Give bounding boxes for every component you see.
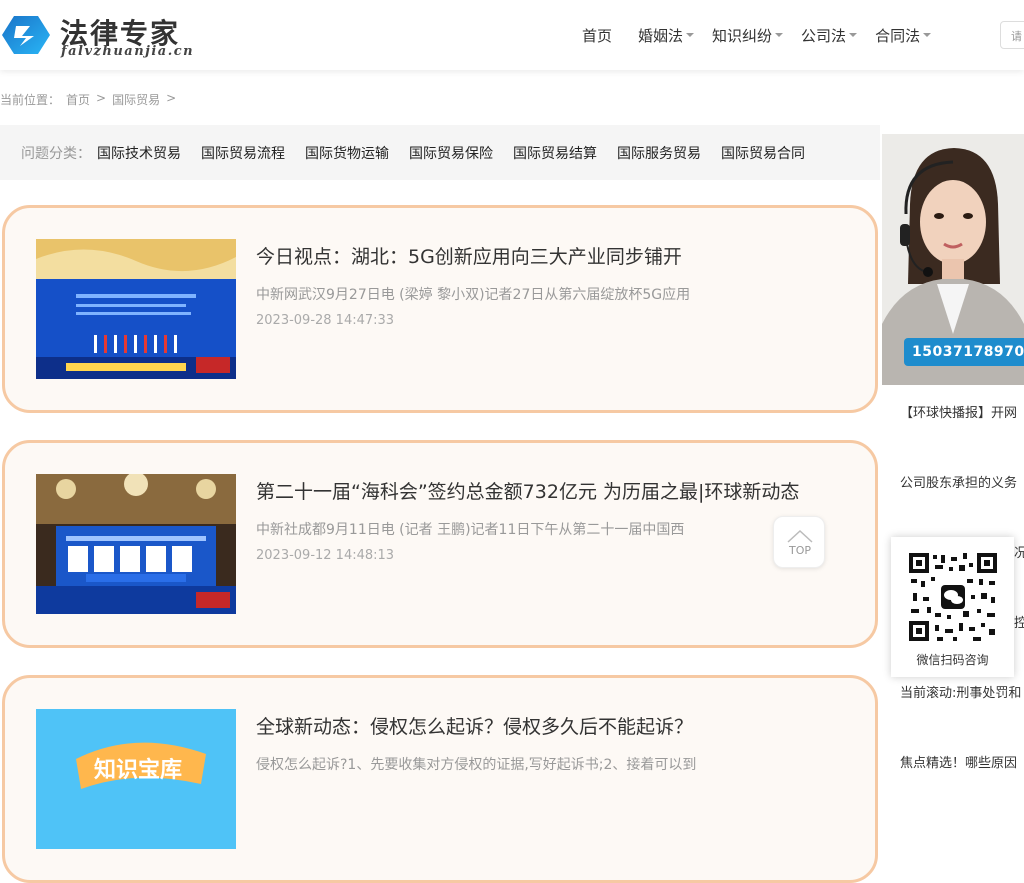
category-international-tech-trade[interactable]: 国际技术贸易 — [97, 143, 181, 163]
article-thumbnail[interactable] — [36, 474, 236, 614]
category-bar: 问题分类： 国际技术贸易 国际贸易流程 国际货物运输 国际贸易保险 国际贸易结算… — [0, 125, 880, 180]
article-title[interactable]: 第二十一届“海科会”签约总金额732亿元 为历届之最|环球新动态 — [256, 477, 799, 504]
hotline-number[interactable]: 15037178970 — [904, 338, 1024, 366]
article-date: 2023-09-28 14:47:33 — [256, 313, 395, 328]
chevron-down-icon — [686, 33, 695, 37]
chevron-up-icon — [787, 529, 813, 543]
article-card[interactable]: 今日视点：湖北：5G创新应用向三大产业同步铺开 中新网武汉9月27日电 (梁婷 … — [2, 205, 878, 413]
category-trade-settlement[interactable]: 国际贸易结算 — [513, 143, 597, 163]
nav-marriage-law[interactable]: 婚姻法 — [636, 25, 696, 46]
chevron-down-icon — [775, 33, 784, 37]
wechat-qr-panel[interactable]: 微信扫码咨询 — [891, 537, 1014, 677]
article-title[interactable]: 今日视点：湖北：5G创新应用向三大产业同步铺开 — [256, 242, 682, 269]
breadcrumb-prefix: 当前位置： — [0, 93, 61, 107]
category-trade-contract[interactable]: 国际贸易合同 — [721, 143, 805, 163]
svg-text:知识宝库: 知识宝库 — [94, 757, 182, 783]
nav-knowledge-dispute-label: 知识纠纷 — [712, 26, 773, 45]
category-cargo-transport[interactable]: 国际货物运输 — [305, 143, 389, 163]
sidebar-link[interactable]: 焦点精选！哪些原因 — [900, 752, 1017, 771]
breadcrumb-separator: > — [166, 91, 177, 105]
consultant-photo[interactable]: 15037178970 — [882, 134, 1024, 385]
nav-home-label: 首页 — [582, 26, 613, 45]
sidebar-link[interactable]: 况 — [1014, 542, 1024, 561]
breadcrumb-separator: > — [96, 91, 107, 105]
nav-company-law-label: 公司法 — [801, 26, 847, 45]
sidebar-link[interactable]: 控 — [1014, 612, 1024, 631]
article-title[interactable]: 全球新动态：侵权怎么起诉？侵权多久后不能起诉？ — [256, 712, 693, 739]
article-thumbnail[interactable]: 知识宝库 — [36, 709, 236, 849]
main-nav: 首页 婚姻法 知识纠纷 公司法 合同法 — [580, 0, 947, 70]
back-to-top-button[interactable]: TOP — [773, 516, 825, 568]
breadcrumb-international-trade[interactable]: 国际贸易 — [112, 91, 160, 108]
nav-marriage-law-label: 婚姻法 — [638, 26, 684, 45]
category-trade-process[interactable]: 国际贸易流程 — [201, 143, 285, 163]
nav-contract-law[interactable]: 合同法 — [873, 25, 933, 46]
sidebar-link[interactable]: 【环球快播报】开网 — [900, 402, 1017, 421]
nav-contract-law-label: 合同法 — [875, 26, 921, 45]
site-logo[interactable]: 法律专家 falvzhuanjia.cn — [0, 10, 200, 62]
category-trade-insurance[interactable]: 国际贸易保险 — [409, 143, 493, 163]
article-thumbnail[interactable] — [36, 239, 236, 379]
article-summary: 侵权怎么起诉?1、先要收集对方侵权的证据,写好起诉书;2、接着可以到 — [256, 757, 697, 773]
qr-caption: 微信扫码咨询 — [916, 653, 989, 667]
category-label: 问题分类： — [21, 145, 91, 162]
nav-company-law[interactable]: 公司法 — [799, 25, 859, 46]
breadcrumb: 当前位置： 首页 > 国际贸易 > — [0, 91, 176, 108]
sidebar-link[interactable]: 公司股东承担的义务 — [900, 472, 1017, 491]
chevron-down-icon — [849, 33, 858, 37]
logo-domain: falvzhuanjia.cn — [61, 44, 195, 59]
article-summary: 中新网武汉9月27日电 (梁婷 黎小双)记者27日从第六届绽放杯5G应用 — [256, 287, 691, 303]
article-card[interactable]: 知识宝库 全球新动态：侵权怎么起诉？侵权多久后不能起诉？ 侵权怎么起诉?1、先要… — [2, 675, 878, 883]
qr-code-icon — [907, 551, 999, 643]
logo-mark-icon — [2, 16, 50, 54]
category-service-trade[interactable]: 国际服务贸易 — [617, 143, 701, 163]
site-header: 法律专家 falvzhuanjia.cn 首页 婚姻法 知识纠纷 公司法 合同法… — [0, 0, 1024, 70]
nav-home[interactable]: 首页 — [580, 25, 614, 46]
search-placeholder: 请 — [1011, 30, 1022, 43]
breadcrumb-home[interactable]: 首页 — [66, 91, 90, 108]
chevron-down-icon — [923, 33, 932, 37]
search-input[interactable]: 请 — [1000, 21, 1024, 49]
nav-knowledge-dispute[interactable]: 知识纠纷 — [710, 25, 785, 46]
back-to-top-label: TOP — [788, 544, 811, 557]
article-date: 2023-09-12 14:48:13 — [256, 548, 395, 563]
sidebar-link[interactable]: 当前滚动:刑事处罚和 — [900, 682, 1021, 701]
article-card[interactable]: 第二十一届“海科会”签约总金额732亿元 为历届之最|环球新动态 中新社成都9月… — [2, 440, 878, 648]
article-summary: 中新社成都9月11日电 (记者 王鹏)记者11日下午从第二十一届中国西 — [256, 522, 685, 538]
